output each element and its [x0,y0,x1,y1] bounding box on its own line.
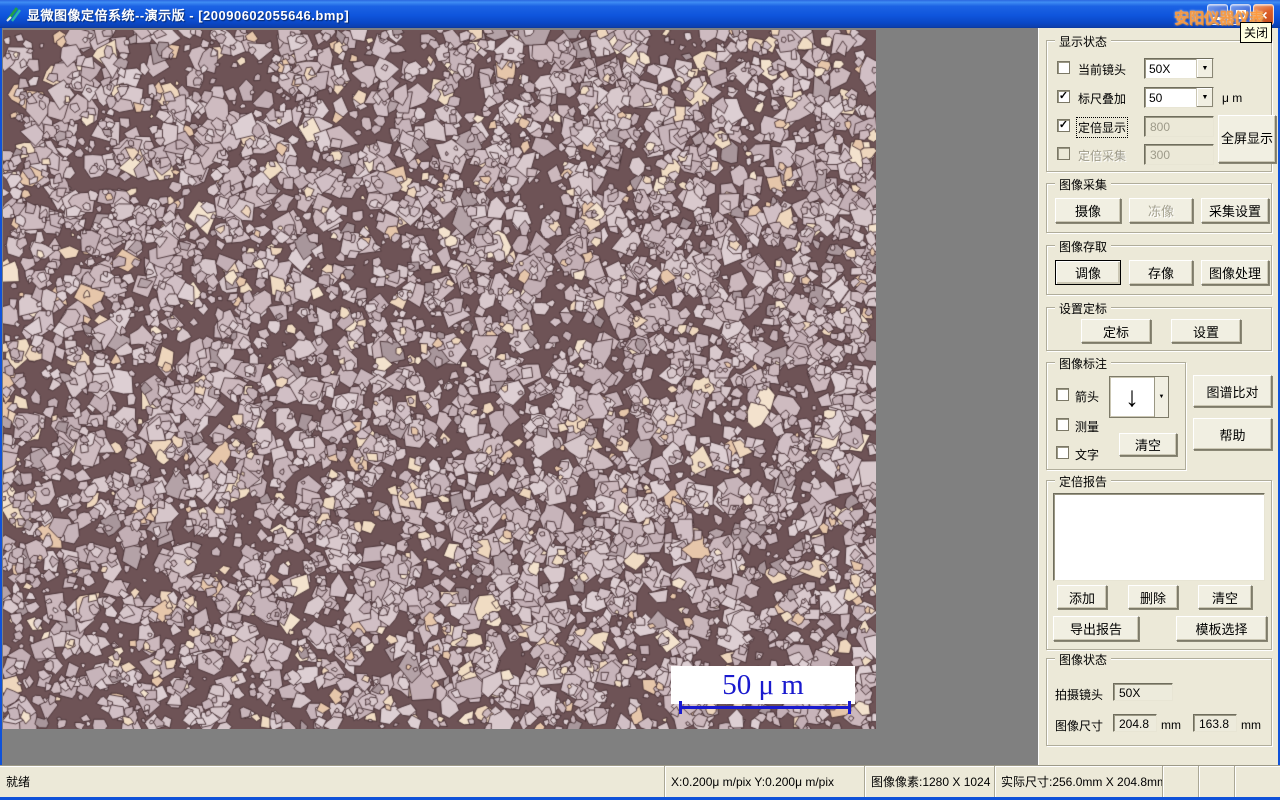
combo-scale-value[interactable]: 50 ▼ [1144,87,1214,108]
capture-button[interactable]: 摄像 [1055,198,1121,223]
report-listbox[interactable] [1053,493,1265,581]
status-actual-size: 实际尺寸:256.0mm X 204.8mm [994,766,1162,797]
label-scale-unit: μ m [1222,91,1243,105]
scale-bar-line [679,701,851,714]
group-title: 显示状态 [1055,33,1112,50]
add-report-button[interactable]: 添加 [1057,585,1107,609]
group-report: 定倍报告 添加 删除 清空 导出报告 模板选择 [1046,473,1272,650]
capture-settings-button[interactable]: 采集设置 [1201,198,1269,223]
fullscreen-button[interactable]: 全屏显示 [1218,115,1276,163]
clear-annotation-button[interactable]: 清空 [1119,433,1177,456]
group-image-storage: 图像存取 调像 存像 图像处理 [1046,238,1272,295]
image-processing-button[interactable]: 图像处理 [1201,260,1269,285]
field-fixed-display: 800 [1144,116,1214,137]
label-scale-overlay: 标尺叠加 [1078,92,1127,106]
field-image-height: 163.8 [1193,714,1237,732]
control-panel: 显示状态 当前镜头 50X ▼ ✓ 标尺叠加 50 ▼ μ m ✓ 定倍显示 8… [1038,28,1278,765]
status-bar: 就绪 X:0.200μ m/pix Y:0.200μ m/pix 图像像素:12… [0,765,1280,797]
atlas-compare-button[interactable]: 图谱比对 [1193,375,1272,407]
settings-button[interactable]: 设置 [1171,319,1241,343]
group-set-calibration: 设置定标 定标 设置 [1046,300,1272,351]
group-image-annotation: 图像标注 箭头 测量 文字 ↓ ▼ 清空 [1046,355,1186,470]
group-image-capture: 图像采集 摄像 冻像 采集设置 [1046,176,1272,233]
delete-report-button[interactable]: 删除 [1128,585,1178,609]
checkbox-fixed-display[interactable]: ✓ [1057,119,1070,132]
label-image-size: 图像尺寸 [1055,719,1104,733]
checkbox-scale-overlay[interactable]: ✓ [1057,90,1070,103]
label-arrow: 箭头 [1075,390,1100,404]
group-image-status: 图像状态 拍摄镜头 50X 图像尺寸 204.8 mm 163.8 mm [1046,651,1272,746]
export-report-button[interactable]: 导出报告 [1053,616,1139,641]
label-unit-mm-2: mm [1241,718,1261,732]
checkbox-fixed-capture [1057,147,1070,160]
status-pixel-scale: X:0.200μ m/pix Y:0.200μ m/pix [664,766,864,797]
client-area: 50 μ m 显示状态 当前镜头 50X ▼ ✓ 标尺叠加 50 ▼ μ m ✓… [2,28,1278,765]
chevron-down-icon[interactable]: ▼ [1196,59,1213,78]
status-ready: 就绪 [6,775,31,789]
label-unit-mm-1: mm [1161,718,1181,732]
group-title: 设置定标 [1055,300,1112,317]
app-icon [6,7,21,22]
title-bar: 显微图像定倍系统--演示版 - [20090602055646.bmp] × [0,0,1280,28]
group-title: 图像采集 [1055,176,1112,193]
arrow-annotation-icon: ↓ [1125,381,1139,412]
close-tooltip: 关闭 [1240,22,1273,43]
minimize-button[interactable] [1207,4,1228,25]
field-capture-lens: 50X [1113,683,1173,701]
checkbox-arrow[interactable] [1056,388,1069,401]
field-image-width: 204.8 [1113,714,1157,732]
minimize-icon [1212,17,1221,20]
clear-report-button[interactable]: 清空 [1198,585,1252,609]
load-image-button[interactable]: 调像 [1055,260,1121,285]
group-title: 图像状态 [1055,651,1112,668]
freeze-button: 冻像 [1129,198,1193,223]
checkbox-measure[interactable] [1056,418,1069,431]
label-fixed-display: 定倍显示 [1075,117,1129,138]
chevron-down-icon[interactable]: ▼ [1196,88,1213,107]
save-image-button[interactable]: 存像 [1129,260,1193,285]
group-display-status: 显示状态 当前镜头 50X ▼ ✓ 标尺叠加 50 ▼ μ m ✓ 定倍显示 8… [1046,33,1276,172]
status-image-pixels: 图像像素:1280 X 1024 [864,766,994,797]
group-title: 定倍报告 [1055,473,1112,490]
group-title: 图像标注 [1055,355,1112,372]
group-title: 图像存取 [1055,238,1112,255]
maximize-icon [1236,10,1246,19]
label-measure: 测量 [1075,420,1100,434]
scale-bar-label: 50 μ m [671,666,855,704]
checkbox-current-lens[interactable] [1057,61,1070,74]
micrograph-image[interactable] [3,30,876,729]
status-empty-cell [1198,766,1234,797]
label-fixed-capture: 定倍采集 [1078,149,1127,163]
label-current-lens: 当前镜头 [1078,63,1127,77]
help-button[interactable]: 帮助 [1193,418,1272,450]
status-empty-cell [1162,766,1198,797]
window-title: 显微图像定倍系统--演示版 - [20090602055646.bmp] [27,7,350,23]
arrow-style-combo[interactable]: ↓ ▼ [1109,376,1169,418]
checkbox-text[interactable] [1056,446,1069,459]
template-select-button[interactable]: 模板选择 [1176,616,1267,641]
field-fixed-capture: 300 [1144,144,1214,165]
combo-current-lens[interactable]: 50X ▼ [1144,58,1214,79]
status-empty-cell [1234,766,1280,797]
label-text: 文字 [1075,448,1100,462]
calibrate-button[interactable]: 定标 [1081,319,1151,343]
chevron-down-icon[interactable]: ▼ [1154,377,1168,417]
label-capture-lens: 拍摄镜头 [1055,688,1104,702]
